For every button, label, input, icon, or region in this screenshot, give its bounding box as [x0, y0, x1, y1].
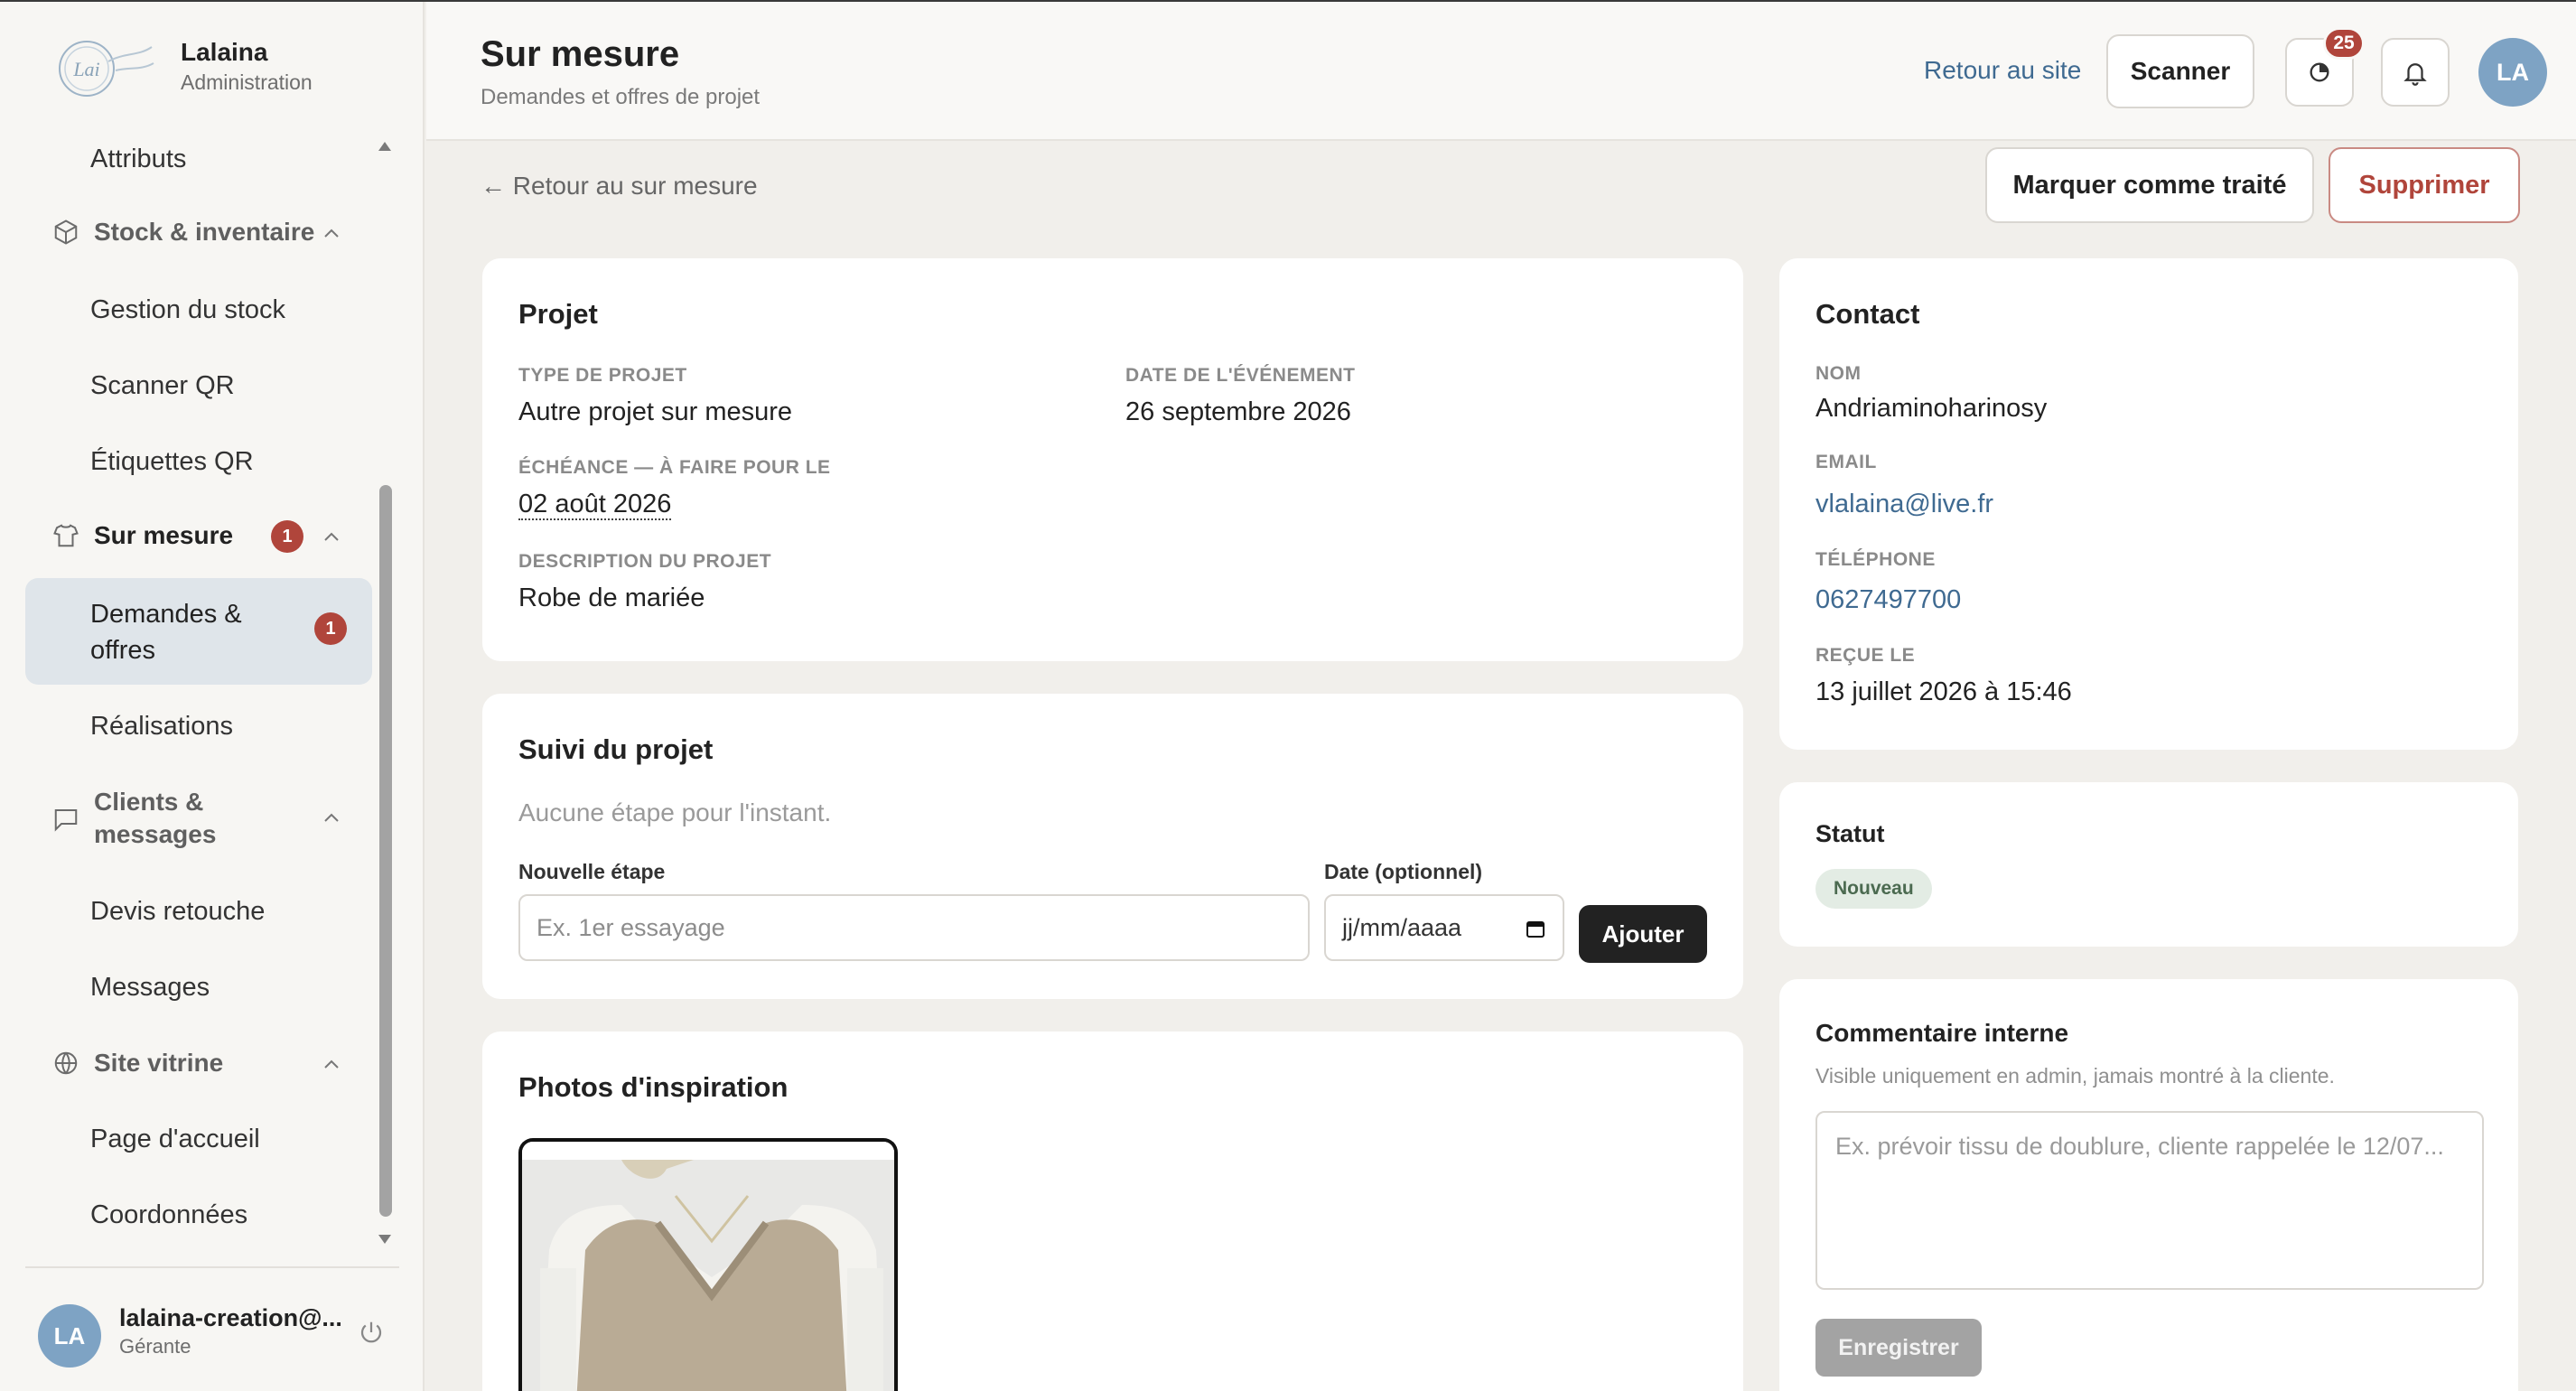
projet-card: Projet TYPE DE PROJET Autre projet sur m… — [482, 258, 1743, 661]
card-title: Commentaire interne — [1815, 1019, 2069, 1047]
brand-subtitle: Administration — [181, 70, 313, 94]
project-description: Robe de mariée — [518, 583, 705, 612]
sidebar-item-realisations[interactable]: Réalisations — [90, 712, 233, 742]
sidebar-group-label: Site vitrine — [94, 1049, 224, 1077]
page-title: Sur mesure — [481, 34, 680, 74]
empty-steps-text: Aucune étape pour l'instant. — [518, 798, 832, 826]
chevron-up-icon[interactable] — [322, 527, 341, 547]
card-title: Statut — [1815, 820, 1885, 847]
field-label: DESCRIPTION DU PROJET — [518, 551, 772, 572]
sidebar-item-page-accueil[interactable]: Page d'accueil — [90, 1125, 260, 1154]
sidebar-item-messages[interactable]: Messages — [90, 973, 210, 1003]
sidebar: Lai Lalaina Administration Attributs Sto… — [0, 2, 425, 1391]
card-title: Projet — [518, 298, 598, 330]
date-input[interactable]: jj/mm/aaaa — [1324, 894, 1564, 961]
sidebar-item-label: Demandes & — [90, 600, 242, 629]
new-step-input[interactable]: Ex. 1er essayage — [518, 894, 1310, 961]
bell-icon — [2403, 63, 2427, 86]
field-label: NOM — [1815, 363, 1862, 384]
notifications-button[interactable] — [2381, 38, 2450, 107]
contact-email-link[interactable]: vlalaina@live.fr — [1815, 490, 1993, 519]
field-label: ÉCHÉANCE — À FAIRE POUR LE — [518, 457, 831, 478]
card-title: Suivi du projet — [518, 733, 714, 765]
contact-phone-link[interactable]: 0627497700 — [1815, 585, 1961, 615]
sidebar-group-label: messages — [94, 820, 217, 848]
field-label: Date (optionnel) — [1324, 860, 1483, 883]
internal-comment-textarea[interactable]: Ex. prévoir tissu de doublure, cliente r… — [1815, 1111, 2484, 1290]
back-to-site-link[interactable]: Retour au site — [1924, 56, 2081, 85]
chevron-up-icon[interactable] — [322, 224, 341, 244]
scroll-up-icon[interactable] — [376, 137, 394, 155]
commentaire-card: Commentaire interne Visible uniquement e… — [1779, 979, 2518, 1391]
user-avatar[interactable]: LA — [38, 1304, 101, 1368]
delete-button[interactable]: Supprimer — [2329, 147, 2520, 223]
card-title: Contact — [1815, 298, 1920, 330]
sidebar-group-label: Stock & inventaire — [94, 218, 315, 246]
sidebar-scroll-thumb[interactable] — [379, 485, 392, 1217]
user-email: lalaina-creation@... — [119, 1304, 342, 1331]
contact-card: Contact NOM Andriaminoharinosy EMAIL vla… — [1779, 258, 2518, 750]
sidebar-item-demandes-offres[interactable]: Demandes & offres 1 — [25, 578, 372, 685]
field-label: TÉLÉPHONE — [1815, 549, 1936, 570]
photo-image — [522, 1142, 894, 1391]
sidebar-group-label: Sur mesure — [94, 521, 234, 549]
inspiration-photo[interactable] — [518, 1138, 898, 1391]
sidebar-group-sur-mesure[interactable]: Sur mesure — [51, 520, 233, 551]
event-date: 26 septembre 2026 — [1125, 397, 1351, 426]
sidebar-group-label: Clients & — [94, 788, 204, 816]
statut-card: Statut Nouveau — [1779, 782, 2518, 947]
message-icon — [51, 804, 81, 835]
page-header: Sur mesure Demandes et offres de projet … — [426, 2, 2576, 141]
brand-logo: Lai — [59, 41, 154, 97]
scroll-down-icon[interactable] — [376, 1230, 394, 1248]
svg-text:Lai: Lai — [72, 58, 99, 80]
photos-card: Photos d'inspiration — [482, 1032, 1743, 1391]
add-step-button[interactable]: Ajouter — [1579, 905, 1707, 963]
mark-done-button[interactable]: Marquer comme traité — [1985, 147, 2314, 223]
divider — [25, 1266, 399, 1268]
field-label: TYPE DE PROJET — [518, 365, 687, 386]
progress-icon — [2310, 62, 2329, 82]
sur-mesure-count-badge: 1 — [271, 520, 303, 553]
suivi-card: Suivi du projet Aucune étape pour l'inst… — [482, 694, 1743, 999]
deadline-date: 02 août 2026 — [518, 490, 672, 520]
globe-icon — [51, 1048, 81, 1078]
sidebar-item-coordonnees[interactable]: Coordonnées — [90, 1200, 247, 1230]
sidebar-group-stock[interactable]: Stock & inventaire — [51, 217, 314, 247]
received-date: 13 juillet 2026 à 15:46 — [1815, 677, 2072, 706]
sidebar-group-site-vitrine[interactable]: Site vitrine — [51, 1048, 223, 1078]
calendar-icon[interactable] — [1525, 918, 1546, 939]
demandes-count-badge: 1 — [314, 612, 347, 645]
user-role: Gérante — [119, 1335, 191, 1358]
sidebar-item-gestion-stock[interactable]: Gestion du stock — [90, 295, 285, 325]
contact-name: Andriaminoharinosy — [1815, 394, 2048, 423]
date-placeholder: jj/mm/aaaa — [1342, 913, 1462, 941]
scanner-button[interactable]: Scanner — [2106, 34, 2254, 108]
notification-count-badge: 25 — [2323, 27, 2365, 60]
page-subtitle: Demandes et offres de projet — [481, 85, 761, 109]
sidebar-item-devis-retouche[interactable]: Devis retouche — [90, 897, 265, 927]
box-icon — [51, 217, 81, 247]
sidebar-item-etiquettes-qr[interactable]: Étiquettes QR — [90, 447, 254, 477]
brand-name: Lalaina — [181, 38, 268, 66]
field-label: Nouvelle étape — [518, 860, 666, 883]
sidebar-item-attributs[interactable]: Attributs — [90, 145, 186, 174]
sidebar-item-label: offres — [90, 636, 156, 665]
field-label: EMAIL — [1815, 452, 1877, 472]
project-type: Autre projet sur mesure — [518, 397, 793, 426]
card-title: Photos d'inspiration — [518, 1071, 789, 1103]
comment-hint: Visible uniquement en admin, jamais mont… — [1815, 1064, 2335, 1088]
sidebar-group-clients[interactable]: Clients & messages — [51, 786, 216, 851]
back-to-sur-mesure-link[interactable]: ← Retour au sur mesure — [481, 172, 758, 201]
power-icon[interactable] — [358, 1319, 385, 1346]
shirt-icon — [51, 520, 81, 551]
save-comment-button[interactable]: Enregistrer — [1815, 1319, 1982, 1377]
chevron-up-icon[interactable] — [322, 808, 341, 828]
chevron-up-icon[interactable] — [322, 1055, 341, 1075]
field-label: DATE DE L'ÉVÉNEMENT — [1125, 365, 1356, 386]
field-label: REÇUE LE — [1815, 645, 1916, 666]
header-avatar[interactable]: LA — [2478, 38, 2547, 107]
status-badge: Nouveau — [1815, 869, 1932, 909]
sidebar-item-scanner-qr[interactable]: Scanner QR — [90, 371, 235, 401]
